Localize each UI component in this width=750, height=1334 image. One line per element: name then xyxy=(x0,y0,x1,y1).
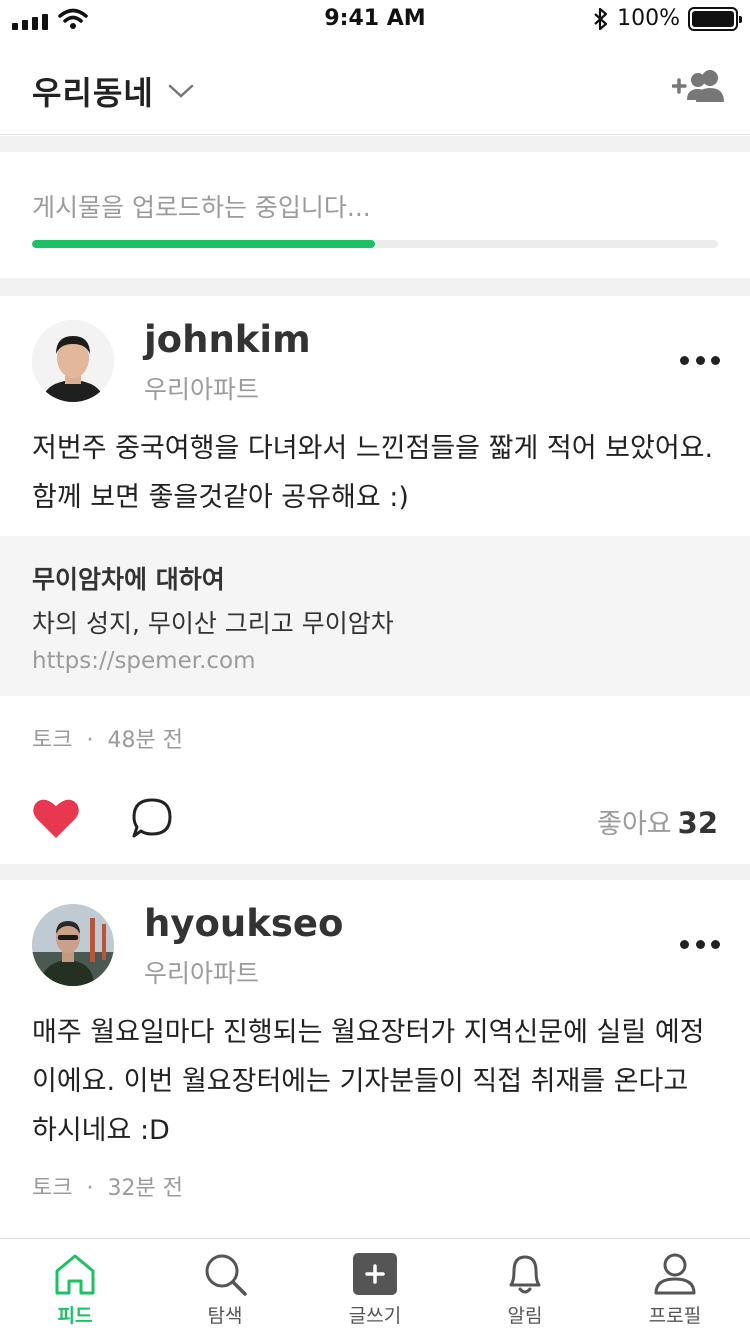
tab-bar: 피드 탐색 글쓰기 알림 프로필 xyxy=(0,1238,750,1334)
post-text: 매주 월요일마다 진행되는 월요장터가 지역신문에 실릴 예정이에요. 이번 월… xyxy=(32,1017,705,1146)
post-username[interactable]: johnkim xyxy=(144,318,311,361)
section-divider xyxy=(0,278,750,296)
like-label: 좋아요 xyxy=(597,809,672,840)
neighborhood-selector[interactable]: 우리동네 xyxy=(32,68,194,114)
page-title: 우리동네 xyxy=(32,74,154,112)
heart-icon[interactable] xyxy=(32,796,80,840)
post-text: 저번주 중국여행을 다녀와서 느낀점들을 짧게 적어 보았어요. 함께 보면 좋… xyxy=(32,433,714,513)
post-username[interactable]: hyoukseo xyxy=(144,902,343,945)
link-url: https://spemer.com xyxy=(32,648,256,674)
post-category: 토크 xyxy=(32,728,73,753)
upload-progress-bar xyxy=(32,240,718,248)
post-location: 우리아파트 xyxy=(144,959,260,988)
avatar[interactable] xyxy=(32,320,114,402)
profile-icon xyxy=(654,1253,696,1295)
chevron-down-icon xyxy=(168,84,194,98)
home-icon xyxy=(55,1254,95,1295)
link-preview[interactable]: 무이암차에 대하여 차의 성지, 무이산 그리고 무이암차 https://sp… xyxy=(0,536,750,696)
post-location: 우리아파트 xyxy=(144,375,260,404)
tab-write[interactable]: 글쓰기 xyxy=(300,1239,450,1334)
tab-feed[interactable]: 피드 xyxy=(0,1239,150,1334)
like-number: 32 xyxy=(677,806,718,840)
post-card: hyoukseo 우리아파트 매주 월요일마다 진행되는 월요장터가 지역신문에… xyxy=(0,880,750,1238)
upload-progress-fill xyxy=(32,240,375,248)
tab-label: 탐색 xyxy=(207,1305,243,1327)
tab-notifications[interactable]: 알림 xyxy=(450,1239,600,1334)
post-time: 32분 전 xyxy=(107,1176,183,1201)
like-count: 좋아요 32 xyxy=(597,802,718,841)
tab-label: 알림 xyxy=(507,1305,543,1327)
status-bar: 9:41 AM 100% xyxy=(0,0,750,40)
link-description: 차의 성지, 무이산 그리고 무이암차 xyxy=(32,609,394,638)
upload-status: 게시물을 업로드하는 중입니다... xyxy=(0,152,750,278)
bell-icon xyxy=(509,1255,541,1294)
tab-profile[interactable]: 프로필 xyxy=(600,1239,750,1334)
tab-label: 글쓰기 xyxy=(348,1305,402,1327)
search-icon xyxy=(205,1254,247,1296)
post-actions: 좋아요 32 xyxy=(0,786,750,866)
tab-label: 피드 xyxy=(57,1305,93,1327)
post-time: 48분 전 xyxy=(107,728,183,753)
battery-percent: 100% xyxy=(617,6,680,31)
post-card: johnkim 우리아파트 저번주 중국여행을 다녀와서 느낀점들을 짧게 적어… xyxy=(0,296,750,864)
post-meta: 토크 · 48분 전 xyxy=(32,728,183,753)
write-icon xyxy=(353,1253,397,1295)
avatar[interactable] xyxy=(32,904,114,986)
battery-icon xyxy=(688,6,742,31)
link-title: 무이암차에 대하여 xyxy=(32,565,225,594)
tab-label: 프로필 xyxy=(648,1305,702,1327)
more-options-icon[interactable] xyxy=(680,934,720,954)
bluetooth-icon xyxy=(594,7,608,30)
add-friend-icon[interactable] xyxy=(672,66,724,106)
top-bar: 우리동네 xyxy=(0,40,750,135)
post-meta: 토크 · 32분 전 xyxy=(32,1176,183,1201)
more-options-icon[interactable] xyxy=(680,350,720,370)
tab-search[interactable]: 탐색 xyxy=(150,1239,300,1334)
upload-message: 게시물을 업로드하는 중입니다... xyxy=(32,193,371,222)
section-divider xyxy=(0,864,750,880)
post-category: 토크 xyxy=(32,1176,73,1201)
comment-icon[interactable] xyxy=(130,796,174,840)
section-divider xyxy=(0,136,750,152)
